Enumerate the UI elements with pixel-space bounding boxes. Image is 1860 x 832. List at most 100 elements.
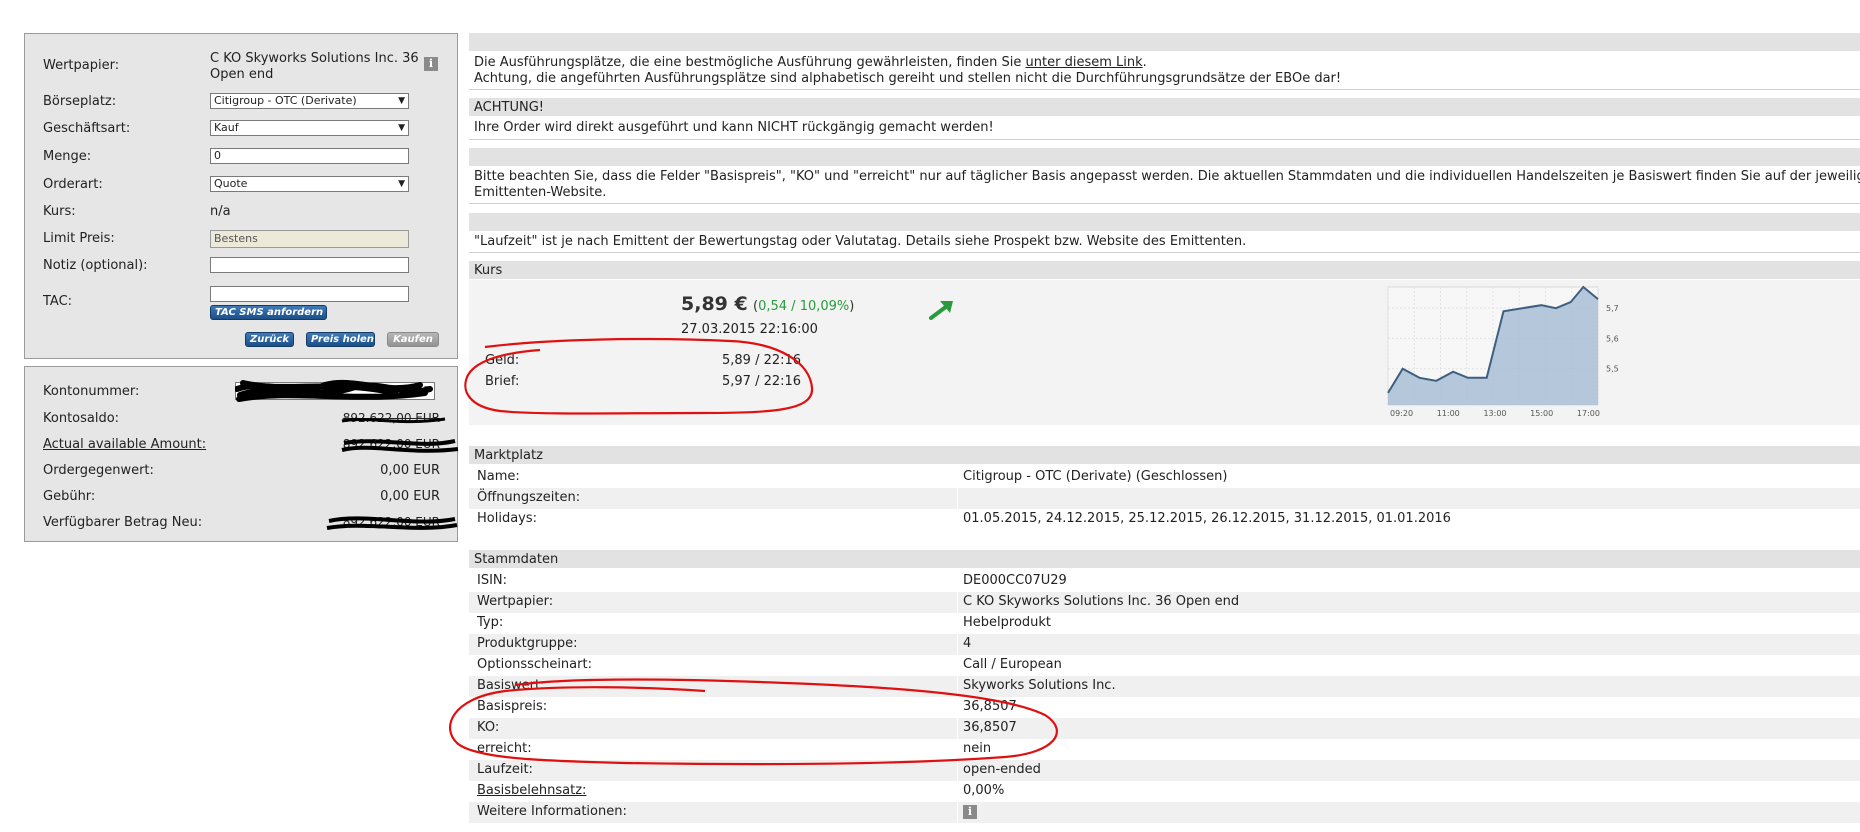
tac-sms-button[interactable]: TAC SMS anfordern [210,305,327,320]
orderart-label: Orderart: [43,177,103,192]
table-row: Name: Citigroup - OTC (Derivate) (Geschlo… [469,467,1860,488]
table-row: Holidays: 01.05.2015, 24.12.2015, 25.12.2… [469,509,1860,530]
preis-holen-button[interactable]: Preis holen [306,332,375,347]
kaufen-button: Kaufen [387,332,439,347]
kurs-bar [469,261,1860,279]
laufzeit-notice-bar [469,213,1860,231]
table-row: ISIN: DE000CC07U29 [469,571,1860,592]
orderart-select[interactable]: Quote [210,176,409,192]
divider [469,203,1860,204]
divider [469,139,1860,140]
redaction-scribble [326,516,458,530]
red-annotation-circle [448,678,1058,766]
marktplatz-title: Marktplatz [474,448,543,463]
info-icon[interactable]: i [424,57,438,71]
red-annotation-circle [464,337,814,415]
chart-x-tick: 11:00 [1437,409,1460,418]
kurs-value: n/a [210,204,231,219]
row-key: Produktgruppe: [477,636,578,651]
boerseplatz-label: Börseplatz: [43,94,117,109]
row-key: Weitere Informationen: [477,804,627,819]
wertpapier-label: Wertpapier: [43,58,120,73]
stammdaten-bar [469,550,1860,568]
row-value: 01.05.2015, 24.12.2015, 25.12.2015, 26.1… [963,511,1451,526]
divider [469,252,1860,253]
redaction-scribble [235,379,433,402]
column-divider [957,509,958,530]
row-key: Wertpapier: [477,594,554,609]
alphabetical-notice: Achtung, die angeführten Ausführungsplät… [474,71,1342,86]
column-divider [957,634,958,655]
basis-notice-bar [469,148,1860,166]
column-divider [957,802,958,823]
achtung-text: Ihre Order wird direkt ausgeführt und ka… [474,120,994,135]
row-value: Call / European [963,657,1062,672]
gebuehr-value: 0,00 EUR [380,489,440,504]
kurs-label: Kurs: [43,204,76,219]
achtung-bar [469,98,1860,116]
boerseplatz-select[interactable]: Citigroup - OTC (Derivate) [210,93,409,109]
column-divider [957,571,958,592]
column-divider [957,488,958,509]
kurs-title: Kurs [474,263,503,278]
notice-bar [469,33,1860,51]
wertpapier-value: C KO Skyworks Solutions Inc. 36 Open end [210,51,419,82]
execution-venues-link[interactable]: unter diesem Link [1026,55,1143,70]
chart-x-tick: 15:00 [1530,409,1553,418]
row-value: DE000CC07U29 [963,573,1067,588]
tac-input[interactable] [210,286,409,302]
limit-input: Bestens [210,230,409,248]
kurs-price: 5,89 € [681,293,748,315]
info-icon[interactable]: i [963,805,977,819]
row-key: ISIN: [477,573,508,588]
column-divider [957,781,958,802]
notiz-label: Notiz (optional): [43,258,148,273]
menge-input[interactable]: 0 [210,148,409,164]
order-panel: Wertpapier: C KO Skyworks Solutions Inc.… [24,33,458,359]
column-divider [957,613,958,634]
redaction-scribble [341,439,459,453]
notiz-input[interactable] [210,257,409,273]
chart-x-tick: 13:00 [1483,409,1506,418]
table-row: Weitere Informationen: i [469,802,1860,823]
execution-venues-notice: Die Ausführungsplätze, die eine bestmögl… [474,55,1147,70]
kontosaldo-label: Kontosaldo: [43,411,120,426]
laufzeit-notice: "Laufzeit" ist je nach Emittent der Bewe… [474,234,1247,249]
ordergegenwert-value: 0,00 EUR [380,463,440,478]
row-value: Hebelprodukt [963,615,1052,630]
row-value: Citigroup - OTC (Derivate) (Geschlossen) [963,469,1228,484]
row-value: 4 [963,636,972,651]
chart-x-tick: 17:00 [1577,409,1600,418]
chart-x-tick: 09:20 [1390,409,1413,418]
divider [469,89,1860,90]
table-row: Wertpapier: C KO Skyworks Solutions Inc. … [469,592,1860,613]
achtung-title: ACHTUNG! [474,100,544,115]
basis-notice-line2: Emittenten-Website. [474,185,607,200]
actual-available-amount-link[interactable]: Actual available Amount: [43,437,206,452]
kurs-change: (0,54 / 10,09%) [753,299,855,314]
table-row: Öffnungszeiten: [469,488,1860,509]
row-key: Optionsscheinart: [477,657,592,672]
account-panel: Kontonummer: Kontosaldo: 892.622,00 EUR … [24,366,459,542]
zurueck-button[interactable]: Zurück [245,332,294,347]
column-divider [957,592,958,613]
row-key: Holidays: [477,511,538,526]
basis-notice-line1: Bitte beachten Sie, dass die Felder "Bas… [474,169,1860,184]
gebuehr-label: Gebühr: [43,489,96,504]
tac-label: TAC: [43,294,73,309]
column-divider [957,467,958,488]
table-row: Basisbelehnsatz: 0,00% [469,781,1860,802]
kontonummer-label: Kontonummer: [43,384,140,399]
table-row: Typ: Hebelprodukt [469,613,1860,634]
verfuegbar-label: Verfügbarer Betrag Neu: [43,515,203,530]
chart-y-tick: 5,6 [1606,334,1619,343]
geschaeftsart-select[interactable]: Kauf [210,120,409,136]
basisbelehnsatz-link[interactable]: Basisbelehnsatz: [477,783,586,798]
chart-y-tick: 5,7 [1606,304,1619,313]
marktplatz-bar [469,446,1860,464]
row-key: Name: [477,469,520,484]
row-value: C KO Skyworks Solutions Inc. 36 Open end [963,594,1240,609]
redaction-scribble [341,417,446,424]
ordergegenwert-label: Ordergegenwert: [43,463,154,478]
menge-label: Menge: [43,149,92,164]
